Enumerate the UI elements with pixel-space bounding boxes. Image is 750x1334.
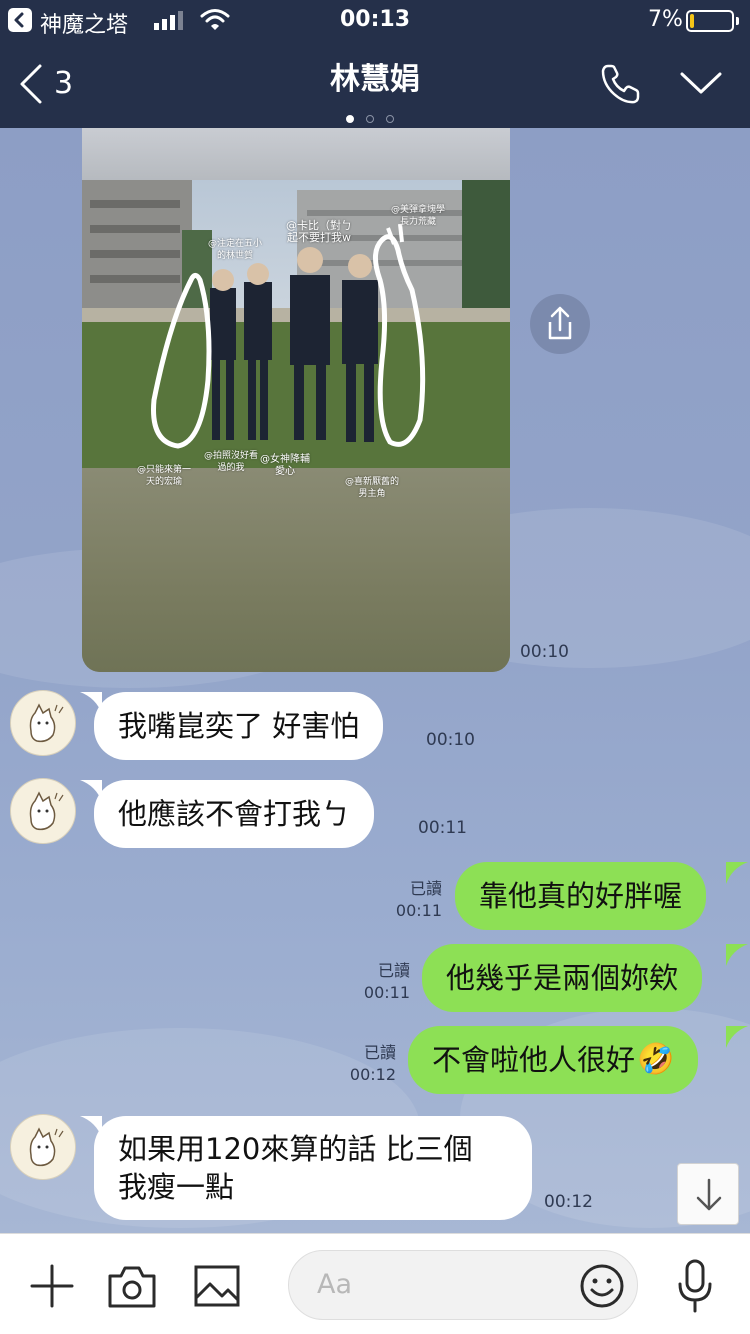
photo-caption: @女神降輔 愛心 <box>260 454 310 477</box>
avatar[interactable] <box>10 778 76 844</box>
avatar[interactable] <box>10 1114 76 1180</box>
battery-tip <box>736 17 739 25</box>
bubble-tail <box>726 1026 748 1048</box>
message-text: 我瘦一點 <box>118 1170 235 1204</box>
page-dot <box>346 115 354 123</box>
message-bubble-sent[interactable]: 不會啦他人很好 🤣 <box>408 1026 699 1094</box>
message-bubble-received[interactable]: 如果用120來算的話 比三個 我瘦一點 <box>94 1116 532 1220</box>
photo-caption: @喜新厭舊的 男主角 <box>344 477 399 499</box>
read-receipt: 已讀 00:11 <box>380 878 442 922</box>
scroll-to-bottom-button[interactable] <box>677 1163 739 1225</box>
read-label: 已讀 <box>363 1043 396 1062</box>
message-bubble-received[interactable]: 我嘴崑奕了 好害怕 <box>94 692 384 760</box>
message-input-placeholder: Aa <box>317 1269 353 1300</box>
page-dot <box>366 115 374 123</box>
page-dot <box>386 115 394 123</box>
message-text: 我嘴崑奕了 好害怕 <box>118 709 360 743</box>
read-receipt: 已讀 00:11 <box>348 960 410 1004</box>
message-bubble-received[interactable]: 他應該不會打我ㄅ <box>94 780 375 848</box>
status-bar: 神魔之塔 00:13 7% <box>0 0 750 40</box>
message-bubble-sent[interactable]: 他幾乎是兩個妳欸 <box>422 944 703 1012</box>
bubble-tail <box>726 944 748 966</box>
share-icon <box>548 306 572 340</box>
phone-icon[interactable] <box>598 62 642 106</box>
microphone-icon[interactable] <box>676 1258 714 1314</box>
camera-icon[interactable] <box>106 1262 158 1310</box>
photo-ground <box>82 468 510 672</box>
clock: 00:13 <box>339 7 411 32</box>
cat-sticker-icon <box>29 791 64 831</box>
message-bubble-sent[interactable]: 靠他真的好胖喔 <box>455 862 707 930</box>
battery-percent: 7% <box>648 7 683 32</box>
message-time: 00:12 <box>349 1065 396 1084</box>
message-text: 他幾乎是兩個妳欸 <box>446 961 679 995</box>
image-icon[interactable] <box>193 1264 241 1308</box>
cat-sticker-icon <box>29 1127 64 1167</box>
chat-area[interactable]: @注定在五小 的林世賀 @卡比（對ㄅ 起不要打我w @美彈拿塊學 長力荒藏 @拍… <box>0 128 750 1233</box>
battery-icon <box>686 10 734 32</box>
chevron-down-icon[interactable] <box>680 70 722 96</box>
photo-caption: @卡比（對ㄅ 起不要打我w <box>286 219 352 244</box>
photo-caption: @只能來第一 天的宏瑜 <box>136 465 191 487</box>
read-label: 已讀 <box>409 879 442 898</box>
message-time: 00:10 <box>520 642 569 662</box>
input-bar: Aa <box>0 1233 750 1334</box>
message-time: 00:12 <box>544 1192 593 1212</box>
message-time: 00:11 <box>363 983 410 1002</box>
message-text: 他應該不會打我ㄅ <box>118 797 351 831</box>
share-button[interactable] <box>530 294 590 354</box>
chat-header: 3 林慧娟 <box>0 40 750 128</box>
bubble-tail <box>726 862 748 884</box>
avatar[interactable] <box>10 690 76 756</box>
photo-sky-band <box>82 128 510 180</box>
plus-icon[interactable] <box>28 1262 76 1310</box>
message-time: 00:10 <box>426 730 475 750</box>
cat-sticker-icon <box>29 703 64 743</box>
read-receipt: 已讀 00:12 <box>334 1042 396 1086</box>
message-text: 如果用120來算的話 比三個 <box>118 1132 473 1166</box>
rofl-emoji-icon: 🤣 <box>637 1042 675 1077</box>
message-time: 00:11 <box>418 818 467 838</box>
read-label: 已讀 <box>377 961 410 980</box>
message-text: 靠他真的好胖喔 <box>479 879 683 913</box>
arrow-down-icon <box>696 1178 722 1211</box>
photo-message[interactable]: @注定在五小 的林世賀 @卡比（對ㄅ 起不要打我w @美彈拿塊學 長力荒藏 @拍… <box>82 128 510 672</box>
message-time: 00:11 <box>395 901 442 920</box>
photo-caption: @注定在五小 的林世賀 <box>207 239 262 261</box>
message-input[interactable]: Aa <box>288 1250 638 1320</box>
photo-caption: @美彈拿塊學 長力荒藏 <box>390 205 445 227</box>
page-indicator <box>346 108 406 127</box>
message-text: 不會啦他人很好 <box>432 1043 636 1077</box>
emoji-icon[interactable] <box>579 1263 625 1309</box>
